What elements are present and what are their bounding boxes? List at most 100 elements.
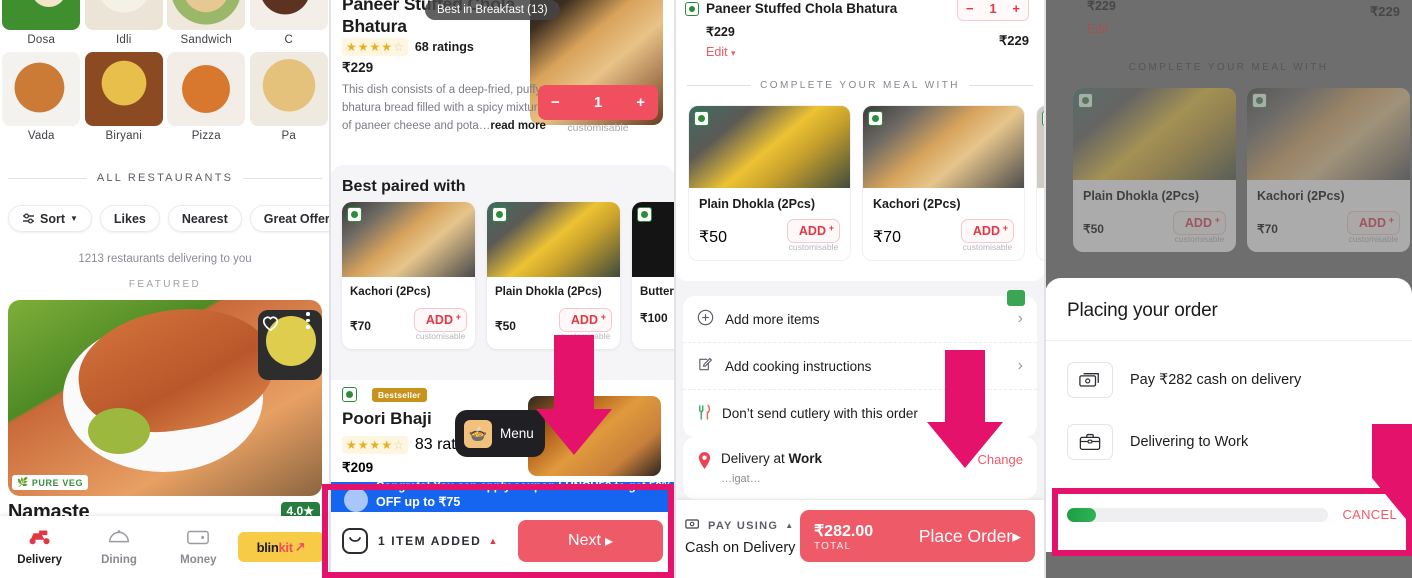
items-added-text: 1 ITEM ADDED (378, 534, 482, 548)
bestseller-badge: Bestseller (372, 388, 427, 402)
location-pin-icon (697, 451, 712, 475)
add-button-label: ADD (1358, 216, 1386, 230)
blinkit-button[interactable]: blin kit ↗ (237, 532, 324, 562)
cart-item-edit-link[interactable]: Edit ▾ (706, 45, 736, 59)
panel-cart: Paneer Stuffed Chola Bhatura ₹229 Edit ▾… (675, 0, 1045, 578)
cart-item-line-total: ₹229 (999, 33, 1029, 48)
paired-item-card[interactable]: Butter… ₹100 (632, 202, 675, 349)
coupon-icon (344, 488, 368, 512)
paired-item-price-row: ₹70 ADD + customisable (350, 308, 467, 341)
star-filled-icon: ★ (369, 438, 381, 452)
bg-suggested-name: Plain Dhokla (2Pcs) (1083, 189, 1200, 203)
category-item[interactable]: Sandwich (165, 0, 248, 46)
chevron-down-icon: ▾ (731, 48, 736, 58)
favourite-heart-icon[interactable] (259, 311, 282, 334)
category-item[interactable]: Pa (248, 52, 331, 142)
dimmed-bottom-nav (1045, 552, 1412, 578)
menu-floating-button[interactable]: 🍲 Menu (455, 410, 545, 457)
cart-item-quantity-stepper[interactable]: − 1 + (957, 0, 1029, 21)
add-button: ADD + (1346, 211, 1400, 235)
nav-label: Money (180, 554, 217, 566)
add-button[interactable]: ADD + (960, 219, 1014, 243)
cart-bag-icon (342, 528, 368, 554)
coupon-banner: Congrats! You can apply coupon LUNCH50 t… (330, 482, 675, 512)
star-filled-icon: ★ (369, 40, 381, 54)
suggested-item-image (863, 106, 1024, 188)
restaurant-card[interactable]: 🌿 PURE VEG Namaste 4.0★ (8, 297, 322, 528)
customisable-label: customisable (1348, 234, 1399, 244)
next-button[interactable]: Next ▸ (518, 520, 663, 562)
pure-veg-label: PURE VEG (31, 477, 84, 488)
suggested-item-card[interactable]: Plain Dhokla (2Pcs) ₹50 ADD + customisabl… (688, 105, 851, 261)
paired-item-card[interactable]: Kachori (2Pcs) ₹70 ADD + customisable (342, 202, 475, 349)
total-amount: ₹282.00 (814, 522, 874, 540)
best-paired-with-list: Kachori (2Pcs) ₹70 ADD + customisable Pl… (342, 202, 675, 349)
paired-item-card[interactable]: Plain Dhokla (2Pcs) ₹50 ADD+ customisabl… (487, 202, 620, 349)
chevron-right-icon: › (1017, 357, 1023, 374)
add-button[interactable]: ADD + (413, 308, 467, 332)
order-summary-address-row: Delivering to Work (1067, 424, 1248, 460)
category-item[interactable]: Dosa (0, 0, 83, 46)
total-label: TOTAL (814, 540, 852, 552)
arrow-head (927, 422, 1003, 468)
arrow-head (1372, 478, 1412, 524)
filter-label: Likes (113, 211, 146, 226)
decrease-quantity-button[interactable]: − (966, 1, 974, 16)
order-progress-row: CANCEL (1067, 507, 1397, 522)
category-item[interactable]: Biryani (83, 52, 166, 142)
order-total: ₹282.00 TOTAL (814, 521, 873, 552)
nav-tab-delivery[interactable]: Delivery (0, 528, 79, 566)
dish-quantity-stepper[interactable]: − 1 + (538, 85, 658, 120)
panel-separator-1 (329, 0, 331, 578)
add-button[interactable]: ADD + (558, 308, 612, 332)
filter-nearest-button[interactable]: Nearest (167, 205, 242, 232)
add-button[interactable]: ADD + (786, 219, 840, 243)
action-label: Add cooking instructions (725, 358, 872, 374)
star-rating-icons: ★ ★ ★ ★ ☆ (342, 38, 408, 56)
increase-quantity-button[interactable]: + (1012, 1, 1020, 16)
dish-description: This dish consists of a deep-fried, puff… (342, 82, 547, 135)
filter-great-offers-button[interactable]: Great Offers (249, 205, 330, 232)
place-order-button[interactable]: ₹282.00 TOTAL Place Order▸ (800, 510, 1035, 562)
nav-tab-money[interactable]: Money (159, 528, 238, 566)
divider-line-left (8, 177, 87, 179)
category-thumb-dosa (2, 0, 81, 30)
pay-using-selector[interactable]: PAY USING ▲ (685, 518, 794, 533)
filter-label: Nearest (181, 211, 228, 226)
filter-likes-button[interactable]: Likes (99, 205, 160, 232)
plus-icon: + (1388, 215, 1394, 225)
suggested-item-name: Plain Dhokla (2Pcs) (699, 197, 816, 211)
payment-summary-label: Pay ₹282 cash on delivery (1130, 372, 1302, 388)
bg-suggested-price-row: ₹50 ADD + customisable (1083, 211, 1226, 244)
panel-separator-2 (674, 0, 676, 578)
nav-tab-dining[interactable]: Dining (79, 528, 158, 566)
sort-icon (22, 213, 35, 224)
category-item[interactable]: Vada (0, 52, 83, 142)
delivery-address-sub: …igat… (721, 473, 761, 485)
nav-label: Delivery (17, 554, 63, 566)
panel-separator-3 (1044, 0, 1046, 578)
placing-order-title: Placing your order (1067, 300, 1218, 321)
star-filled-icon: ★ (357, 40, 369, 54)
add-button-label: ADD (425, 313, 453, 327)
decrease-quantity-button[interactable]: − (551, 94, 560, 111)
best-paired-with-section: Best paired with Kachori (2Pcs) ₹70 ADD +… (330, 165, 675, 380)
cutlery-toggle[interactable] (1007, 290, 1025, 306)
star-filled-icon: ★ (346, 438, 357, 452)
add-more-items-row[interactable]: Add more items › (683, 296, 1037, 343)
category-item[interactable]: Idli (83, 0, 166, 46)
increase-quantity-button[interactable]: + (636, 94, 645, 111)
caret-up-icon[interactable]: ▲ (488, 536, 497, 546)
bg-suggested-image (1247, 88, 1410, 180)
filter-sort-button[interactable]: Sort ▼ (8, 205, 92, 232)
kebab-menu-icon[interactable] (306, 312, 310, 329)
pay-using-label: PAY USING (708, 519, 779, 532)
suggested-item-card[interactable]: Kachori (2Pcs) ₹70 ADD + customisable (862, 105, 1025, 261)
veg-indicator-icon (347, 207, 362, 222)
best-in-breakfast-badge: Best in Breakfast (13) (425, 0, 560, 20)
panel-restaurant-list: Dosa Idli Sandwich C Vada Biryani Pizza … (0, 0, 330, 578)
category-item[interactable]: Pizza (165, 52, 248, 142)
add-button-label: ADD (798, 224, 826, 238)
category-item[interactable]: C (248, 0, 331, 46)
veg-indicator-icon (492, 207, 507, 222)
